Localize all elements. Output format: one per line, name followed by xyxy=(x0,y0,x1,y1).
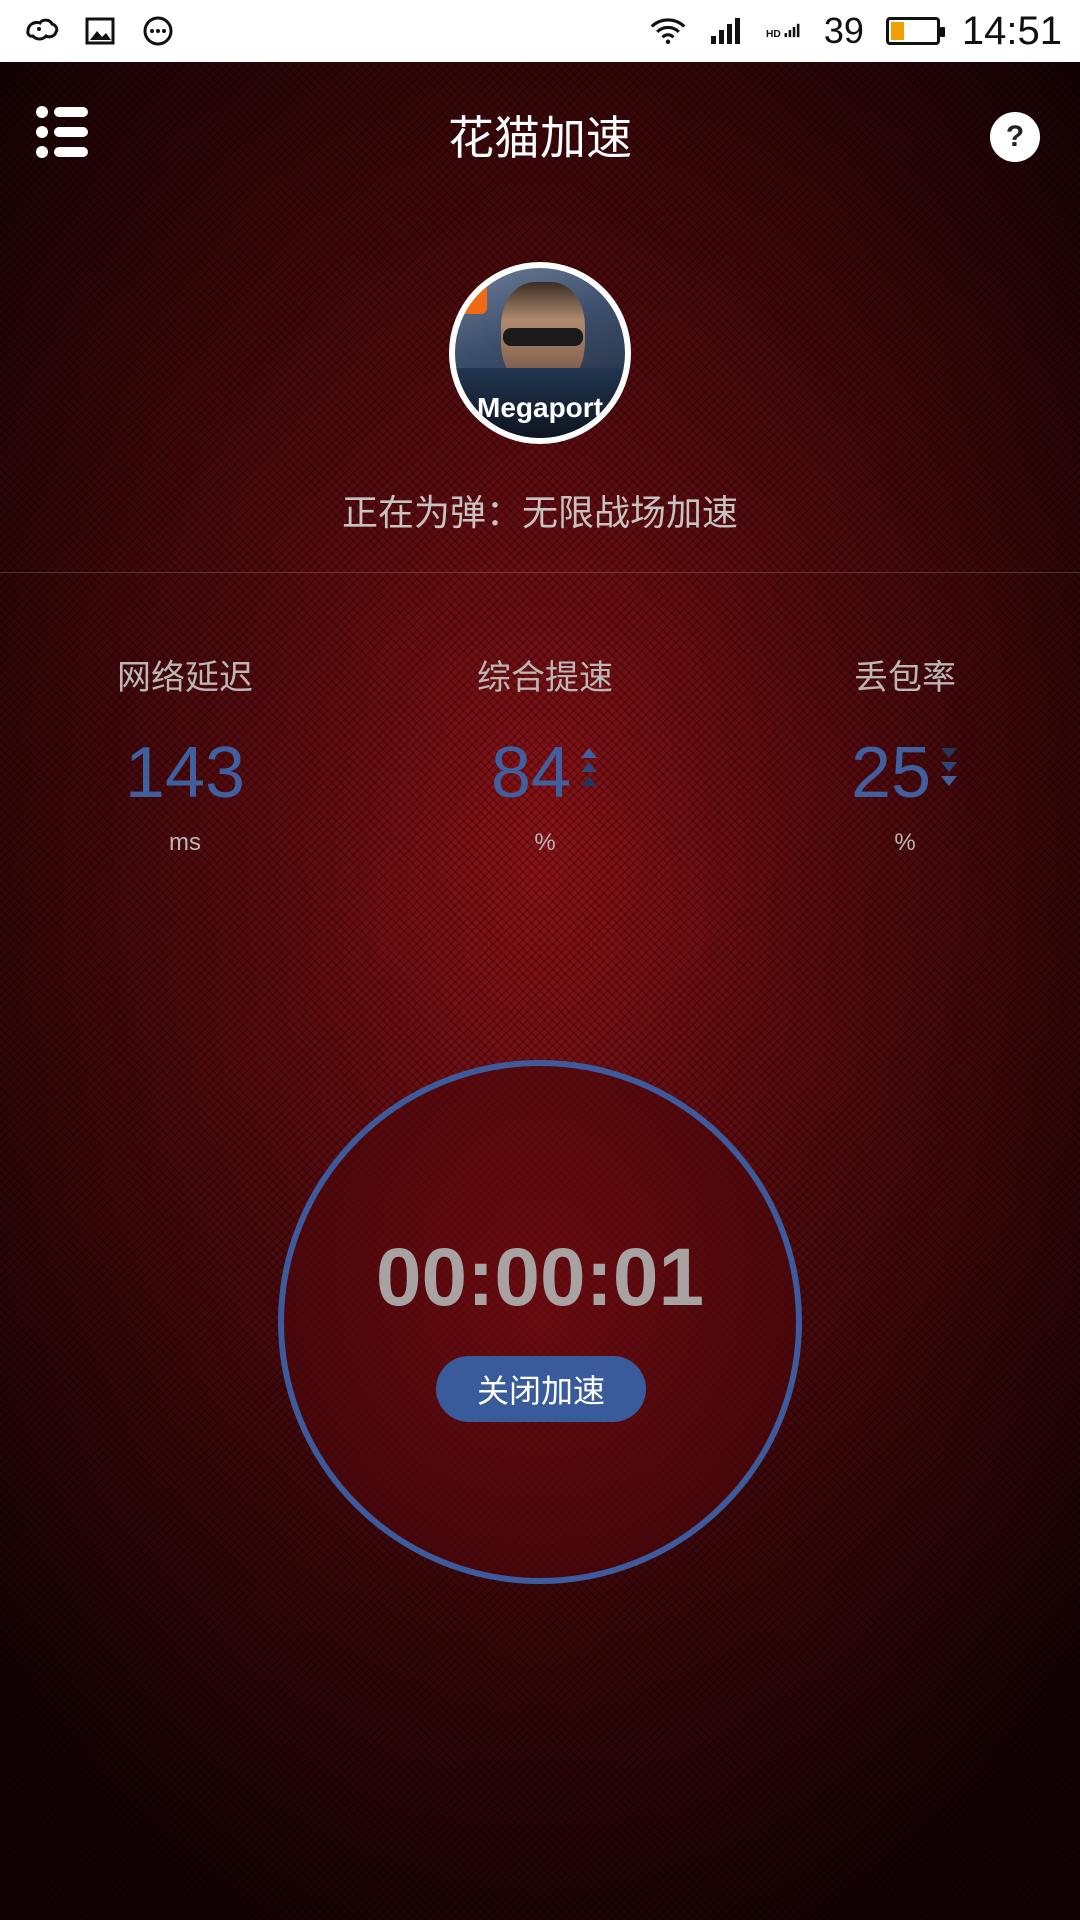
stat-label: 综合提速 xyxy=(477,658,613,698)
stop-acceleration-button[interactable]: 关闭加速 xyxy=(436,1356,646,1422)
elapsed-timer: 00:00:01 xyxy=(375,1232,705,1323)
battery-icon xyxy=(885,17,945,45)
stat-value: 143 xyxy=(124,733,246,813)
stat-speedup: 综合提速 84 % xyxy=(395,650,695,857)
stat-value: 84 xyxy=(490,733,572,813)
stat-unit: % xyxy=(894,829,916,856)
stat-latency: 网络延迟 143 ms xyxy=(35,650,335,857)
wifi-icon xyxy=(650,13,686,49)
accelerating-game-text: 正在为弹：无限战场加速 xyxy=(341,493,738,534)
game-badge xyxy=(455,274,487,314)
app-notification-icon xyxy=(24,13,60,49)
screen: HD 39 14:51 花猫加速 ? Megaport 正在为弹：无限战场加速 … xyxy=(0,0,1080,1920)
stat-unit: % xyxy=(534,829,556,856)
down-arrows-icon xyxy=(939,746,959,790)
signal-icon xyxy=(708,13,744,49)
stat-packet-loss: 丢包率 25 % xyxy=(755,650,1055,857)
top-bar: 花猫加速 ? xyxy=(0,62,1080,210)
signal-level-text: 39 xyxy=(823,10,864,51)
timer-ring: 00:00:01 关闭加速 xyxy=(278,1060,802,1584)
up-arrows-icon xyxy=(579,746,599,790)
help-icon: ? xyxy=(1005,120,1025,153)
battery-level-fill xyxy=(890,22,904,40)
stat-unit: ms xyxy=(169,829,201,856)
game-avatar[interactable]: Megaport xyxy=(449,262,631,444)
svg-text:HD: HD xyxy=(766,29,781,40)
status-bar: HD 39 14:51 xyxy=(0,0,1080,62)
divider xyxy=(0,572,1080,573)
stat-label: 网络延迟 xyxy=(117,658,253,698)
more-notification-icon xyxy=(140,13,176,49)
character-sunglasses xyxy=(503,328,583,346)
avatar-label: Megaport xyxy=(477,392,603,423)
stat-label: 丢包率 xyxy=(854,658,956,698)
help-button[interactable]: ? xyxy=(990,112,1040,162)
clock: 14:51 xyxy=(961,8,1062,53)
stat-value: 25 xyxy=(850,733,932,813)
image-notification-icon xyxy=(82,13,118,49)
page-title: 花猫加速 xyxy=(448,111,632,165)
hd-signal-icon: HD xyxy=(766,13,802,49)
